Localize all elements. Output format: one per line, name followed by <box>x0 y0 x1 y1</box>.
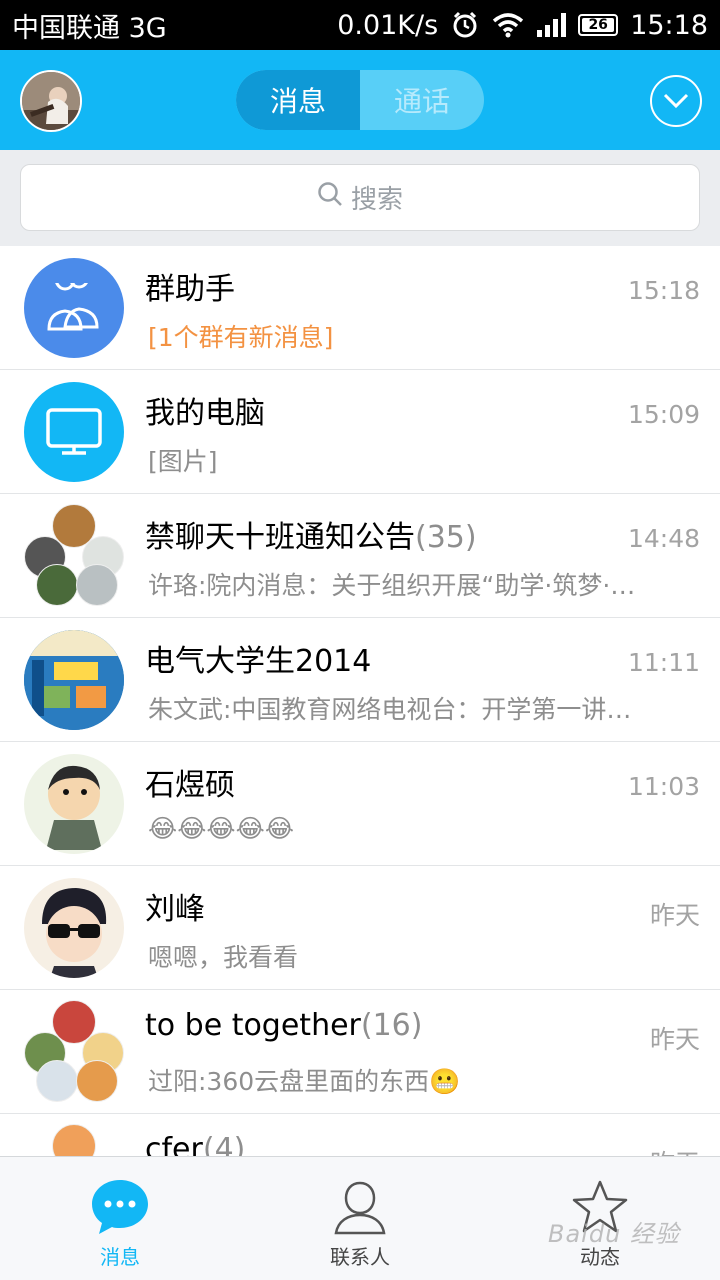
chat-bubble-icon <box>90 1177 150 1237</box>
conversation-name: 电气大学生2014 <box>145 644 372 679</box>
conversation-preview: 过阳:360云盘里面的东西😬 <box>148 1067 461 1096</box>
battery-icon: 26 <box>578 14 619 36</box>
clock: 15:18 <box>630 9 708 41</box>
contact-avatar <box>24 754 124 854</box>
conversation-time: 昨天 <box>649 1025 700 1054</box>
conversation-name: 群助手 <box>145 272 235 307</box>
conversation-preview: [图片] <box>148 447 218 476</box>
network-speed: 0.01K/s <box>337 9 439 41</box>
my-avatar[interactable] <box>20 70 82 132</box>
contact-icon <box>330 1177 390 1237</box>
tab-contacts[interactable]: 联系人 <box>240 1157 480 1280</box>
chevron-down-icon[interactable] <box>650 75 702 127</box>
tab-messages-bottom[interactable]: 消息 <box>0 1157 240 1280</box>
top-header: 消息 通话 <box>0 50 720 150</box>
conversation-name: 我的电脑 <box>145 396 265 431</box>
conversation-row[interactable]: 我的电脑 15:09 [图片] <box>0 370 720 494</box>
conversation-row[interactable]: 石煜硕 11:03 😂😂😂😂😂 <box>0 742 720 866</box>
search-placeholder: 搜索 <box>350 185 403 215</box>
signal-icon <box>536 12 567 38</box>
battery-level: 26 <box>588 17 608 33</box>
member-count: (4) <box>202 1132 246 1156</box>
monitor-icon <box>46 408 102 455</box>
group-icon <box>47 283 99 331</box>
tab-calls[interactable]: 通话 <box>360 70 484 130</box>
conversation-list: 群助手 15:18 [1个群有新消息] 我的电脑 15:09 [图片] 禁聊天十 <box>0 246 720 1156</box>
baidu-watermark: Baidu 经验 <box>548 1220 680 1248</box>
conversation-name: cfer(4) <box>145 1132 245 1156</box>
conversation-preview: [1个群有新消息] <box>148 323 334 352</box>
conversation-time: 昨天 <box>650 1144 700 1156</box>
qq-message-screen: 中国联通 3G 0.01K/s 26 15:18 消息 通话 搜索 群助手 15… <box>0 0 720 1280</box>
conversation-name: 禁聊天十班通知公告(35) <box>145 520 477 555</box>
search-icon <box>317 181 343 214</box>
group-avatar-collage <box>24 1124 124 1156</box>
tab-label: 联系人 <box>330 1245 390 1269</box>
tab-messages[interactable]: 消息 <box>236 70 360 130</box>
conversation-row[interactable]: 电气大学生2014 11:11 朱文武:中国教育网络电视台：开学第一讲… <box>0 618 720 742</box>
group-avatar-collage <box>24 504 124 606</box>
my-computer-avatar <box>24 382 124 482</box>
conversation-preview: 嗯嗯，我看看 <box>148 943 299 972</box>
conversation-time: 昨天 <box>649 901 700 930</box>
contact-avatar <box>24 878 124 978</box>
status-bar: 中国联通 3G 0.01K/s 26 15:18 <box>0 0 720 50</box>
tab-label: 消息 <box>100 1245 140 1269</box>
conversation-preview: 许珞:院内消息：关于组织开展“助学·筑梦·… <box>148 571 636 600</box>
group-avatar-collage <box>24 1000 124 1102</box>
conversation-name: 刘峰 <box>145 892 205 927</box>
conversation-time: 11:03 <box>627 772 700 801</box>
conversation-row[interactable]: to be together(16) 昨天 过阳:360云盘里面的东西😬 <box>0 990 720 1114</box>
member-count: (35) <box>415 520 477 555</box>
group-assistant-avatar <box>24 258 124 358</box>
group-avatar <box>24 630 124 730</box>
carrier-label: 中国联通 3G <box>12 12 167 44</box>
conversation-preview: 朱文武:中国教育网络电视台：开学第一讲… <box>148 695 632 724</box>
conversation-row[interactable]: 禁聊天十班通知公告(35) 14:48 许珞:院内消息：关于组织开展“助学·筑梦… <box>0 494 720 618</box>
conversation-preview: 😂😂😂😂😂 <box>148 814 295 843</box>
conversation-name: to be together(16) <box>145 1008 423 1043</box>
alarm-icon <box>450 10 480 40</box>
conversation-time: 11:11 <box>627 648 700 677</box>
search-area: 搜索 <box>0 150 720 246</box>
conversation-row[interactable]: 群助手 15:18 [1个群有新消息] <box>0 246 720 370</box>
wifi-icon <box>492 12 524 38</box>
message-call-segment: 消息 通话 <box>236 70 484 130</box>
member-count: (16) <box>360 1008 423 1043</box>
conversation-row[interactable]: 刘峰 昨天 嗯嗯，我看看 <box>0 866 720 990</box>
conversation-row[interactable]: cfer(4) 昨天 <box>0 1114 720 1156</box>
conversation-name: 石煜硕 <box>145 768 235 803</box>
conversation-time: 14:48 <box>627 524 700 553</box>
conversation-time: 15:18 <box>627 276 700 305</box>
search-input[interactable]: 搜索 <box>20 164 700 231</box>
conversation-time: 15:09 <box>627 400 700 429</box>
